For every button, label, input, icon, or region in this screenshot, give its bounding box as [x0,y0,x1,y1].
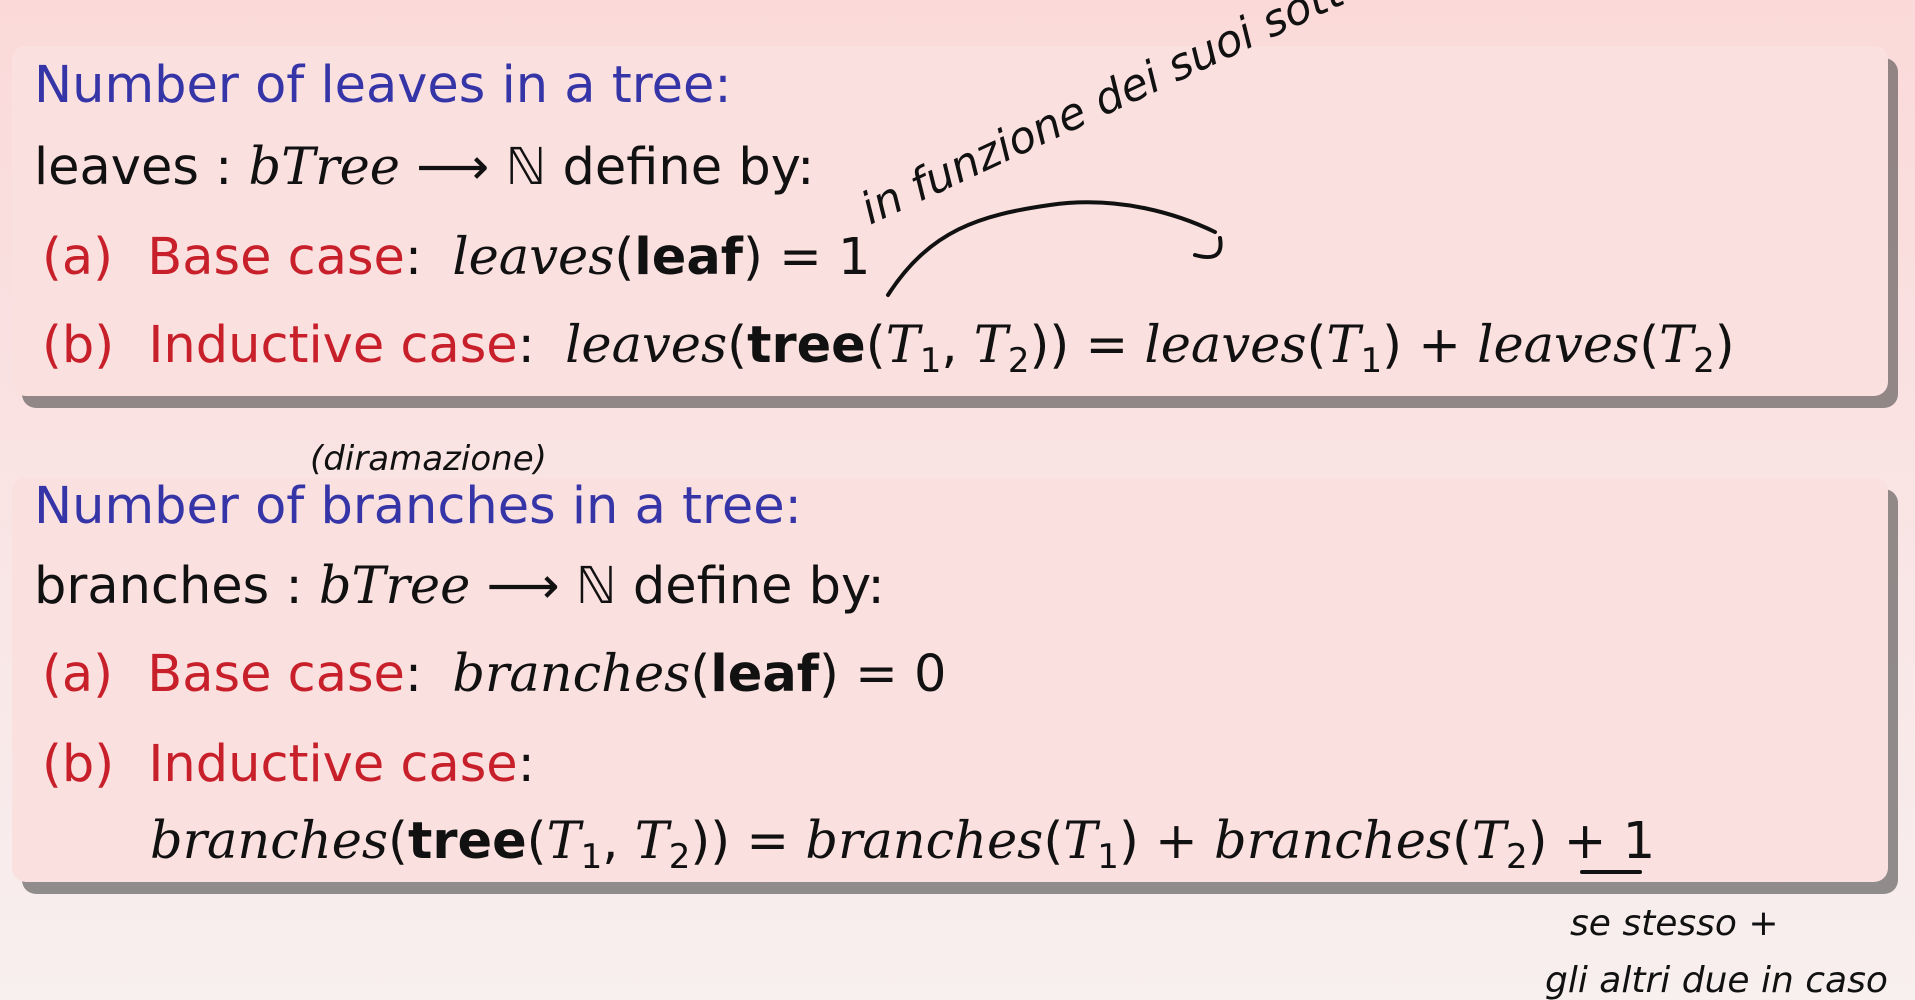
leaves-base-colon: : [404,228,423,287]
leaves-base-arg: leaf [634,228,743,287]
branches-inductive-case: (b) Inductive case: [42,735,535,794]
branches-ind-label: (b) [42,735,115,794]
leaves-base-case: (a) Base case: leaves(leaf) = 1 [42,228,871,287]
branches-sig-fn: branches [34,557,270,616]
note-diramazione: (diramazione) [310,439,547,479]
leaves-inductive-case: (b) Inductive case: leaves(tree(T1, T2))… [42,316,1735,381]
branches-base-label: (a) [42,645,114,704]
leaves-sig-tail: define by: [546,138,815,197]
leaves-sig-fn: leaves [34,138,199,197]
branches-sig-tail: define by: [616,557,885,616]
leaves-sig-colon: : [198,138,249,197]
leaves-base-label: (a) [42,228,114,287]
branches-title: Number of branches in a tree: [34,477,802,536]
leaves-ind-colon: : [517,316,535,375]
leaves-base-fn: leaves [452,228,615,287]
branches-sig-arrow: ⟶ [470,557,576,616]
branches-base-case: (a) Base case: branches(leaf) = 0 [42,645,947,704]
branches-base-arg: leaf [710,645,819,704]
branches-base-fn: branches [452,645,691,704]
branches-base-colon: : [404,645,423,704]
branches-sig-colon: : [269,557,319,616]
note-gli-altri: gli altri due in caso [1545,960,1888,1000]
leaves-signature: leaves : bTree ⟶ ℕ define by: [34,138,814,197]
leaves-ind-label: (b) [42,316,115,375]
leaves-ind-formula: leaves(tree(T1, T2)) = leaves(T1) + leav… [565,316,1735,381]
branches-ind-colon: : [517,735,535,794]
leaves-base-rhs: = 1 [779,228,871,287]
branches-plus-one: 1 [1622,812,1656,871]
branches-base-name: Base case [147,645,405,704]
branches-sig-codomain: ℕ [575,557,617,616]
leaves-definition-block: Number of leaves in a tree: leaves : bTr… [12,46,1888,396]
branches-sig-domain: bTree [318,557,471,616]
leaves-ind-name: Inductive case [148,316,518,375]
branches-signature: branches : bTree ⟶ ℕ define by: [34,557,885,616]
leaves-sig-domain: bTree [248,138,400,197]
note-se-stesso: se stesso + [1570,903,1779,944]
branches-definition-block: Number of branches in a tree: branches :… [12,477,1888,882]
leaves-sig-arrow: ⟶ [399,138,506,197]
leaves-base-name: Base case [147,228,405,287]
branches-ind-name: Inductive case [148,735,518,794]
leaves-sig-codomain: ℕ [505,138,547,197]
leaves-title: Number of leaves in a tree: [34,56,732,115]
branches-base-rhs: = 0 [855,645,947,704]
branches-ind-formula: branches(tree(T1, T2)) = branches(T1) + … [150,812,1656,877]
